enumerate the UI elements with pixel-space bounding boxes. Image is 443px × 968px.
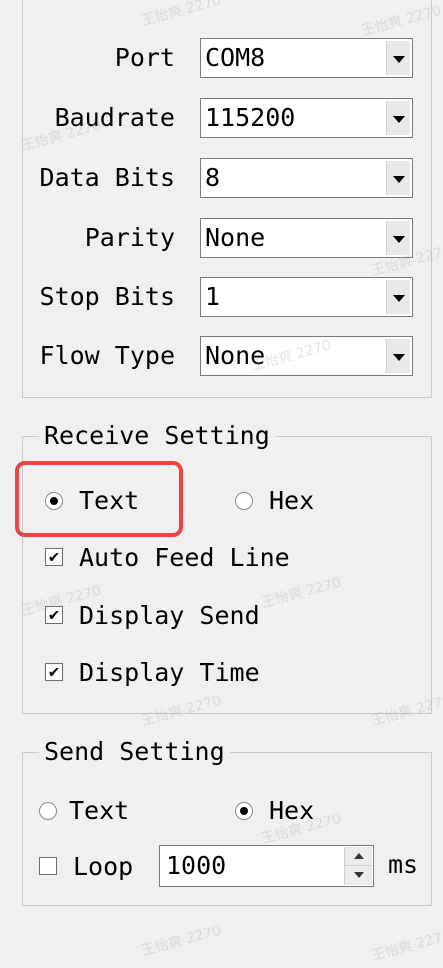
port-row: Port COM8	[23, 38, 431, 78]
radio-unselected-icon[interactable]	[235, 492, 253, 510]
receive-setting-title: Receive Setting	[39, 421, 275, 451]
serial-settings-panel: Port COM8 Baudrate 115200 Data Bits 8 Pa…	[22, 0, 432, 398]
checkbox-checked-icon[interactable]: ✔	[45, 606, 63, 624]
spinner-up-icon[interactable]	[344, 847, 372, 866]
stop-bits-row: Stop Bits 1	[23, 277, 431, 317]
send-hex-label: Hex	[269, 796, 315, 825]
send-setting-title: Send Setting	[39, 737, 230, 767]
parity-label: Parity	[84, 223, 175, 252]
radio-selected-icon[interactable]	[235, 802, 253, 820]
display-time-label: Display Time	[79, 658, 260, 687]
flow-type-value: None	[205, 341, 266, 370]
chevron-down-icon[interactable]	[386, 161, 410, 195]
baudrate-value: 115200	[205, 103, 296, 132]
send-setting-group: Send Setting Text Hex Loop 1000 ms	[22, 737, 432, 906]
loop-label: Loop	[73, 852, 134, 881]
spinner-down-icon[interactable]	[344, 866, 372, 885]
chevron-down-icon[interactable]	[386, 221, 410, 255]
port-value: COM8	[205, 43, 266, 72]
baudrate-select[interactable]: 115200	[200, 98, 413, 138]
checkbox-checked-icon[interactable]: ✔	[45, 663, 63, 681]
port-label: Port	[114, 43, 175, 72]
highlight-box	[15, 461, 183, 537]
parity-value: None	[205, 223, 266, 252]
checkbox-checked-icon[interactable]: ✔	[45, 548, 63, 566]
loop-interval-value: 1000	[166, 851, 227, 880]
parity-row: Parity None	[23, 218, 431, 258]
chevron-down-icon[interactable]	[386, 101, 410, 135]
chevron-down-icon[interactable]	[386, 339, 410, 373]
receive-hex-label: Hex	[269, 486, 315, 515]
loop-unit-label: ms	[388, 850, 419, 879]
auto-feed-line-label: Auto Feed Line	[79, 543, 290, 572]
stop-bits-value: 1	[205, 282, 221, 311]
watermark: 王怡爽 2270	[369, 927, 443, 965]
chevron-down-icon[interactable]	[386, 41, 410, 75]
radio-unselected-icon[interactable]	[39, 802, 57, 820]
display-send-label: Display Send	[79, 601, 260, 630]
send-text-label: Text	[69, 796, 130, 825]
stop-bits-select[interactable]: 1	[200, 277, 413, 317]
chevron-down-icon[interactable]	[386, 280, 410, 314]
flow-type-label: Flow Type	[39, 341, 175, 370]
watermark: 王怡爽 2270	[139, 922, 224, 960]
data-bits-select[interactable]: 8	[200, 158, 413, 198]
baudrate-label: Baudrate	[54, 103, 175, 132]
port-select[interactable]: COM8	[200, 38, 413, 78]
loop-interval-input[interactable]: 1000	[159, 845, 374, 887]
data-bits-row: Data Bits 8	[23, 158, 431, 198]
checkbox-unchecked-icon[interactable]	[39, 857, 57, 875]
flow-type-select[interactable]: None	[200, 336, 413, 376]
data-bits-value: 8	[205, 163, 221, 192]
spinner-buttons	[344, 847, 372, 885]
flow-type-row: Flow Type None	[23, 336, 431, 376]
baudrate-row: Baudrate 115200	[23, 98, 431, 138]
stop-bits-label: Stop Bits	[39, 282, 175, 311]
parity-select[interactable]: None	[200, 218, 413, 258]
data-bits-label: Data Bits	[39, 163, 175, 192]
